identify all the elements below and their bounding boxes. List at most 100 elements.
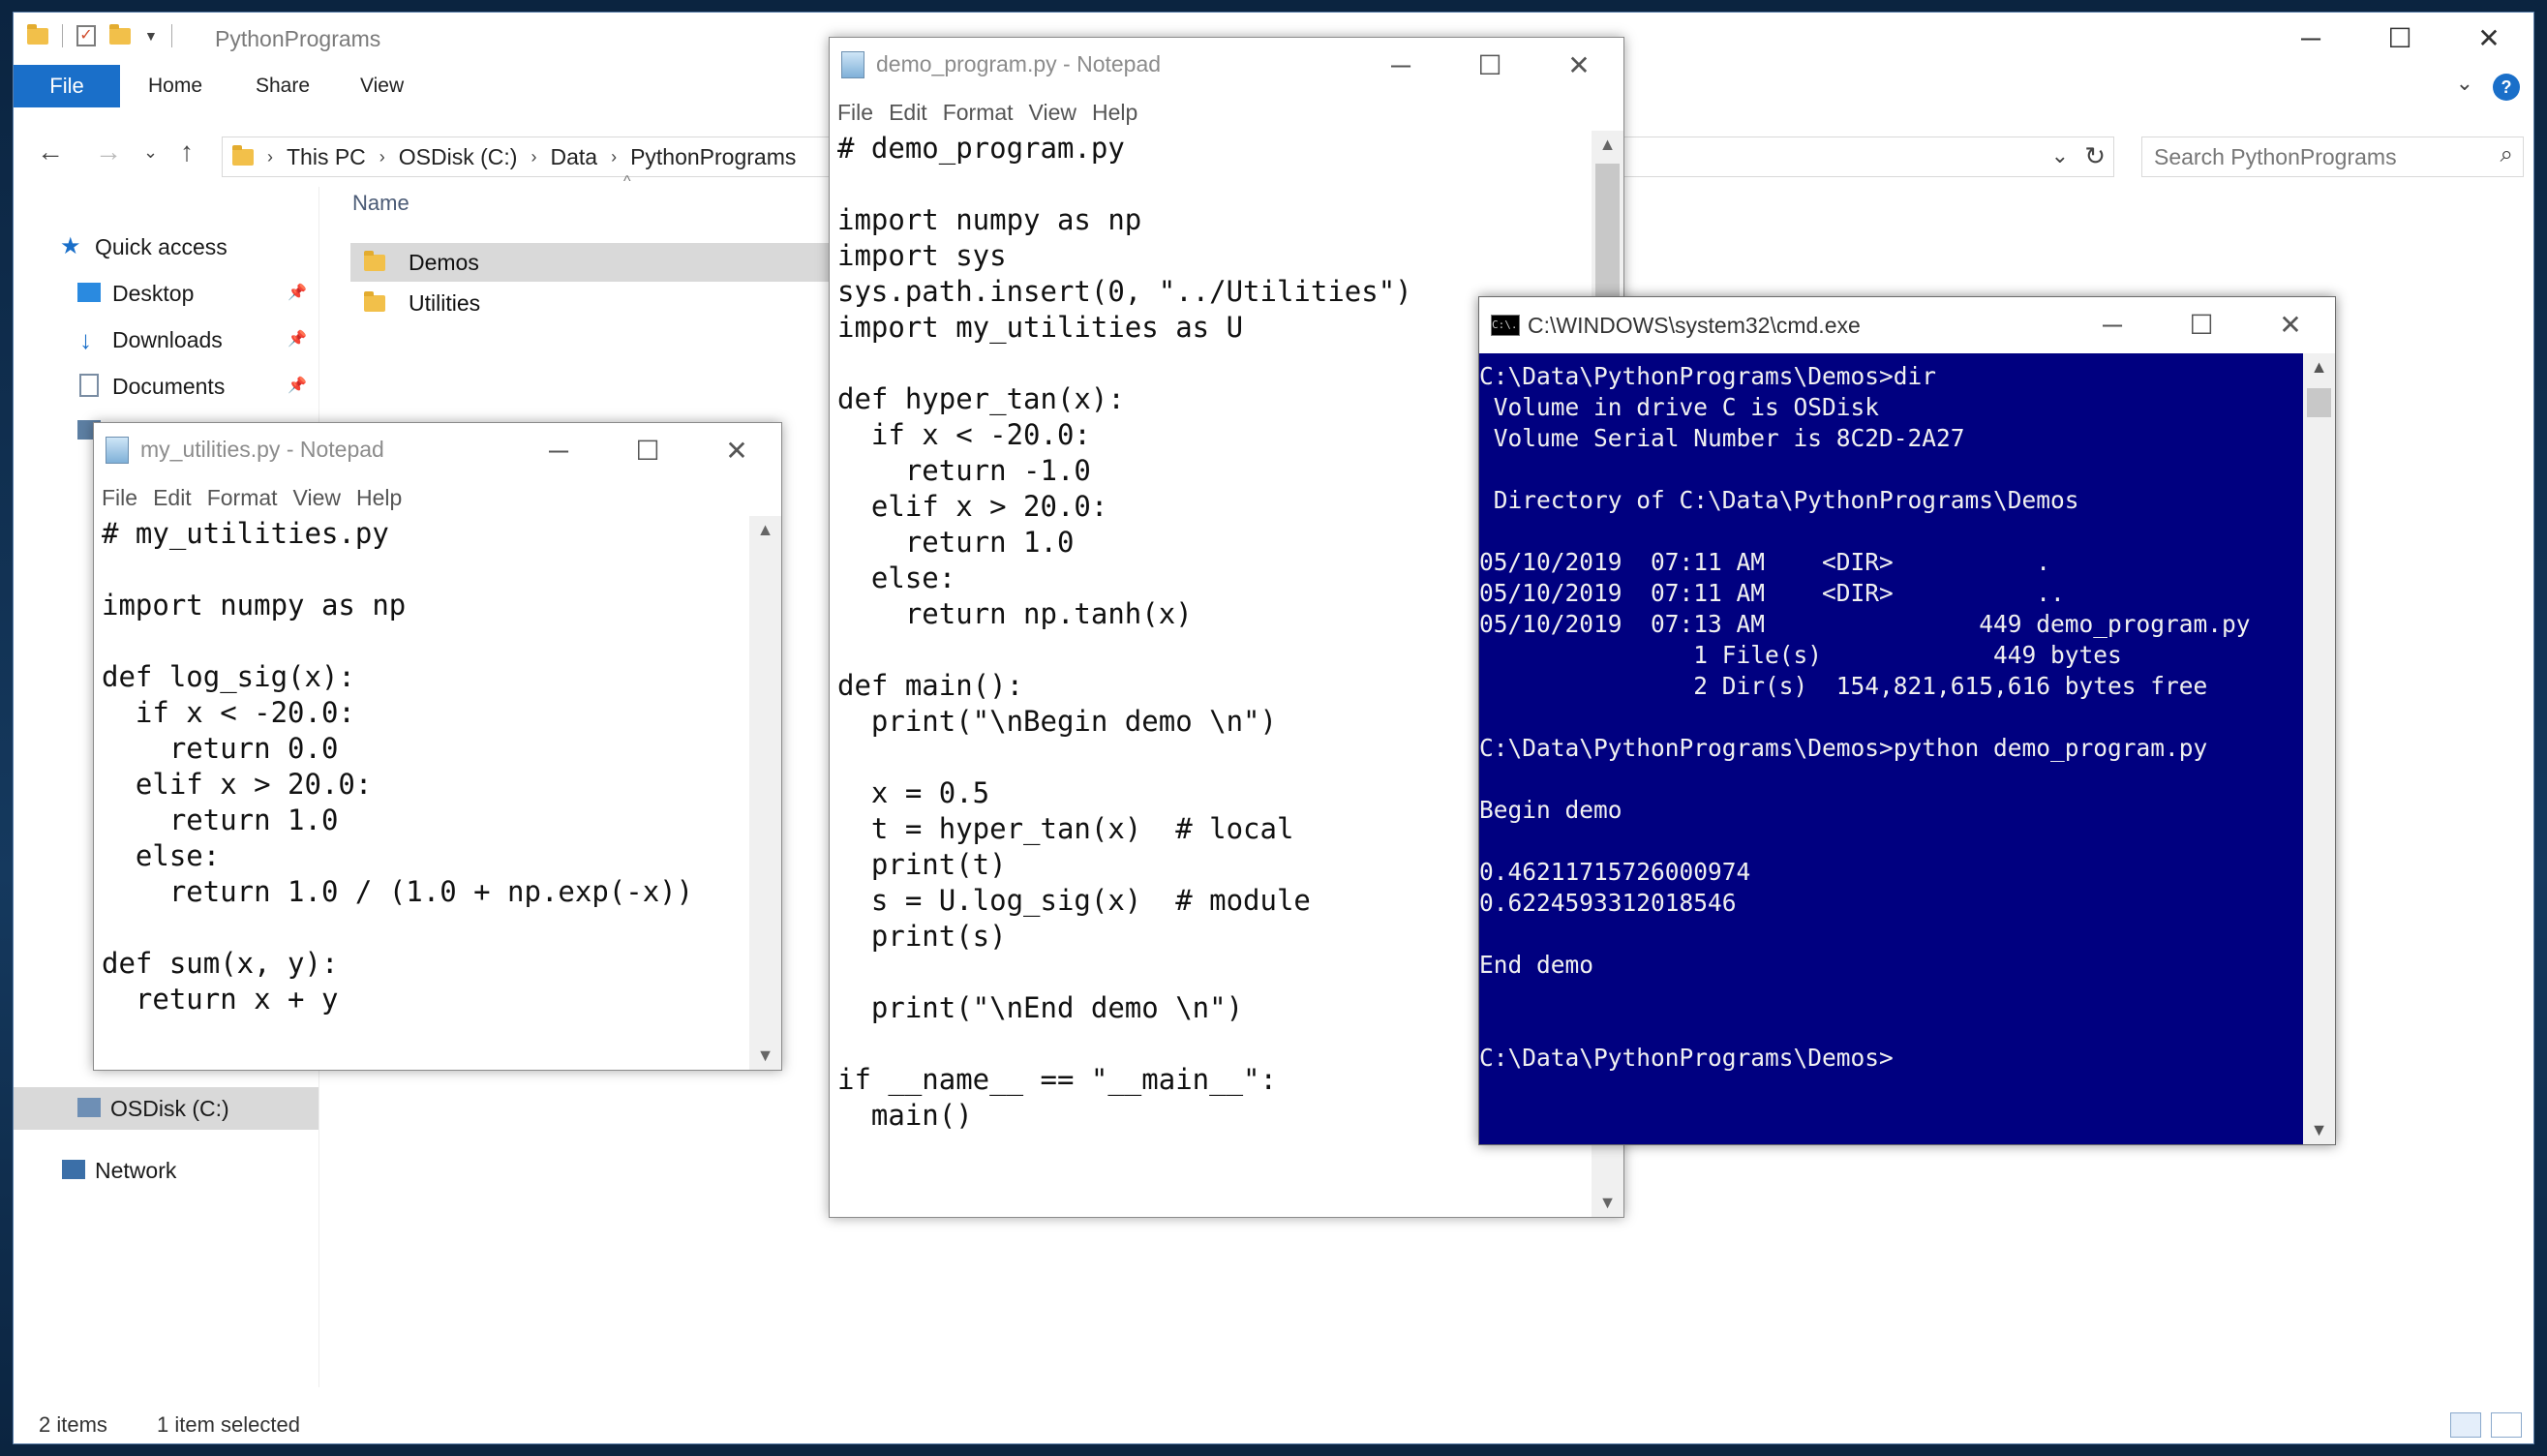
ribbon-expand-chevron-icon[interactable]: ⌄ [2456, 71, 2473, 96]
notepad-close-button[interactable]: ✕ [1534, 38, 1623, 94]
large-icons-view-icon[interactable] [2491, 1412, 2522, 1438]
column-header-name[interactable]: Name [352, 191, 409, 216]
search-placeholder: Search PythonPrograms [2154, 144, 2397, 169]
pin-icon[interactable]: 📌 [288, 318, 307, 361]
back-arrow-icon[interactable]: ← [37, 136, 64, 167]
breadcrumb-chevron-icon[interactable]: › [611, 137, 617, 176]
menu-edit[interactable]: Edit [889, 100, 927, 126]
address-folder-icon [232, 144, 254, 166]
list-item[interactable]: Demos [350, 243, 854, 282]
cmd-icon: C:\. [1491, 315, 1520, 336]
menu-file[interactable]: File [837, 100, 873, 126]
explorer-minimize-button[interactable]: ─ [2266, 13, 2355, 65]
notepad-maximize-button[interactable]: ☐ [603, 423, 692, 479]
scroll-up-arrow-icon[interactable]: ▲ [749, 520, 781, 540]
tab-file[interactable]: File [14, 65, 120, 107]
menu-help[interactable]: Help [356, 485, 402, 511]
cmd-output-text: C:\Data\PythonPrograms\Demos>dir Volume … [1479, 362, 2251, 1072]
folder-icon [364, 251, 385, 271]
nav-item-network[interactable]: Network [14, 1149, 318, 1192]
address-dropdown-icon[interactable]: ⌄ [2051, 143, 2069, 168]
scroll-up-arrow-icon[interactable]: ▲ [1592, 135, 1623, 155]
desktop-icon [77, 283, 101, 302]
notepad-minimize-button[interactable]: ─ [514, 423, 603, 479]
cmd-vertical-scrollbar[interactable]: ▲ ▼ [2303, 353, 2335, 1144]
details-view-icon[interactable] [2450, 1412, 2481, 1438]
drive-icon [77, 1098, 101, 1117]
notepad-menubar: File Edit Format View Help [830, 94, 1623, 131]
cmd-close-button[interactable]: ✕ [2246, 297, 2335, 353]
tab-view[interactable]: View [360, 65, 404, 107]
notepad-titlebar[interactable]: my_utilities.py - Notepad ─ ☐ ✕ [94, 423, 781, 479]
menu-view[interactable]: View [293, 485, 341, 511]
notepad-title: my_utilities.py - Notepad [140, 437, 384, 462]
menu-format[interactable]: Format [943, 100, 1014, 126]
forward-arrow-icon[interactable]: → [95, 136, 122, 167]
menu-edit[interactable]: Edit [153, 485, 192, 511]
scroll-up-arrow-icon[interactable]: ▲ [2303, 357, 2335, 378]
nav-item-documents[interactable]: Documents 📌 [14, 365, 318, 408]
breadcrumb-this-pc[interactable]: This PC [287, 137, 366, 176]
nav-label: Documents [112, 374, 226, 399]
explorer-close-button[interactable]: ✕ [2444, 13, 2533, 65]
new-folder-icon[interactable] [109, 23, 131, 45]
scroll-down-arrow-icon[interactable]: ▼ [2303, 1120, 2335, 1140]
breadcrumb-osdisk[interactable]: OSDisk (C:) [399, 137, 518, 176]
nav-item-desktop[interactable]: Desktop 📌 [14, 272, 318, 315]
nav-item-downloads[interactable]: ↓ Downloads 📌 [14, 318, 318, 361]
notepad-text-area[interactable]: # demo_program.py import numpy as np imp… [837, 131, 1412, 1134]
nav-label: Desktop [112, 281, 195, 306]
sort-arrow-icon: ^ [623, 173, 631, 190]
breadcrumb-chevron-icon[interactable]: › [531, 137, 536, 176]
recent-locations-chevron-icon[interactable]: ⌄ [143, 142, 158, 163]
tab-home[interactable]: Home [148, 65, 202, 107]
nav-item-quick-access[interactable]: ★ Quick access [14, 226, 318, 268]
cmd-titlebar[interactable]: C:\. C:\WINDOWS\system32\cmd.exe ─ ☐ ✕ [1479, 297, 2335, 353]
notepad-icon [106, 437, 129, 464]
notepad-window-my-utilities: my_utilities.py - Notepad ─ ☐ ✕ File Edi… [93, 422, 782, 1071]
breadcrumb-pythonprograms[interactable]: PythonPrograms [630, 137, 796, 176]
cmd-minimize-button[interactable]: ─ [2068, 297, 2157, 353]
tab-share[interactable]: Share [256, 65, 310, 107]
notepad-close-button[interactable]: ✕ [692, 423, 781, 479]
notepad-maximize-button[interactable]: ☐ [1445, 38, 1534, 94]
command-prompt-window: C:\. C:\WINDOWS\system32\cmd.exe ─ ☐ ✕ C… [1478, 296, 2336, 1145]
menu-format[interactable]: Format [207, 485, 278, 511]
notepad-minimize-button[interactable]: ─ [1356, 38, 1445, 94]
nav-item-osdisk[interactable]: OSDisk (C:) [14, 1087, 318, 1130]
download-arrow-icon: ↓ [79, 325, 92, 354]
status-selected-count: 1 item selected [157, 1412, 300, 1437]
vertical-scrollbar[interactable]: ▲ ▼ [749, 516, 781, 1070]
pin-icon[interactable]: 📌 [288, 365, 307, 408]
file-name: Utilities [409, 290, 481, 316]
folder-icon [27, 23, 48, 45]
breadcrumb-data[interactable]: Data [550, 137, 597, 176]
search-input[interactable]: Search PythonPrograms ⌕ [2141, 136, 2524, 177]
notepad-text-area[interactable]: # my_utilities.py import numpy as np def… [102, 516, 693, 1017]
scroll-thumb[interactable] [1595, 164, 1620, 299]
menu-file[interactable]: File [102, 485, 137, 511]
list-item[interactable]: Utilities [350, 284, 854, 322]
breadcrumb-chevron-icon[interactable]: › [379, 137, 385, 176]
explorer-maximize-button[interactable]: ☐ [2355, 13, 2444, 65]
cmd-title: C:\WINDOWS\system32\cmd.exe [1528, 313, 1861, 338]
notepad-titlebar[interactable]: demo_program.py - Notepad ─ ☐ ✕ [830, 38, 1623, 94]
breadcrumb-chevron-icon[interactable]: › [267, 137, 273, 176]
notepad-title: demo_program.py - Notepad [876, 51, 1162, 76]
help-icon[interactable]: ? [2493, 74, 2520, 101]
notepad-menubar: File Edit Format View Help [94, 479, 781, 516]
search-icon[interactable]: ⌕ [2501, 141, 2513, 168]
status-bar: 2 items 1 item selected [14, 1409, 2533, 1443]
menu-view[interactable]: View [1029, 100, 1076, 126]
quick-access-dropdown-icon[interactable]: ▼ [144, 28, 158, 44]
cmd-maximize-button[interactable]: ☐ [2157, 297, 2246, 353]
menu-help[interactable]: Help [1092, 100, 1137, 126]
refresh-icon[interactable]: ↻ [2084, 141, 2106, 171]
scroll-thumb[interactable] [2307, 388, 2331, 417]
pin-icon[interactable]: 📌 [288, 272, 307, 315]
up-arrow-icon[interactable]: ↑ [180, 136, 194, 167]
cmd-console-area[interactable]: C:\Data\PythonPrograms\Demos>dir Volume … [1479, 353, 2303, 1144]
scroll-down-arrow-icon[interactable]: ▼ [749, 1046, 781, 1066]
properties-check-icon[interactable]: ✓ [76, 25, 96, 46]
scroll-down-arrow-icon[interactable]: ▼ [1592, 1193, 1623, 1213]
